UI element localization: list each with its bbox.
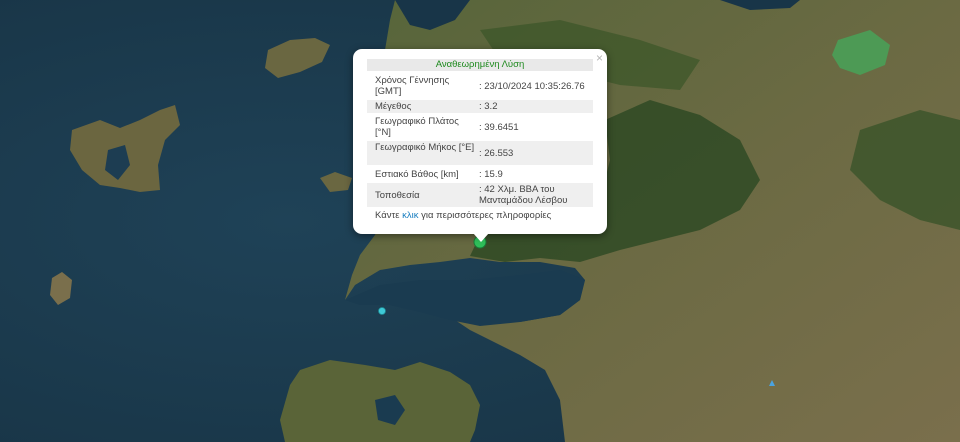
more-prefix: Κάντε: [375, 210, 403, 221]
popup-title: Αναθεωρημένη Λύση: [367, 59, 593, 71]
row-magnitude: Μέγεθος : 3.2: [367, 100, 593, 113]
row-label: Χρόνος Γέννησης [GMT]: [375, 75, 450, 97]
row-value: : 23/10/2024 10:35:26.76: [479, 81, 585, 92]
row-value: : 15.9: [479, 169, 503, 180]
more-suffix: για περισσότερες πληροφορίες: [418, 210, 552, 221]
more-info-text: Κάντε κλικ για περισσότερες πληροφορίες: [375, 210, 551, 221]
more-info-link[interactable]: κλικ: [402, 210, 418, 221]
row-origin-time: Χρόνος Γέννησης [GMT] : 23/10/2024 10:35…: [367, 74, 593, 98]
row-label: Τοποθεσία: [375, 190, 420, 201]
row-longitude: Γεωγραφικό Μήκος [°E] : 26.553: [367, 141, 593, 165]
row-value: : 3.2: [479, 101, 498, 112]
row-value: : 26.553: [479, 148, 514, 159]
row-label: Εστιακό Βάθος [km]: [375, 169, 459, 180]
close-icon[interactable]: ×: [596, 51, 603, 65]
popup-pointer: [473, 233, 489, 242]
row-latitude: Γεωγραφικό Πλάτος [°N] : 39.6451: [367, 115, 593, 139]
row-label: Μέγεθος: [375, 101, 412, 112]
row-label: Γεωγραφικό Πλάτος [°N]: [375, 116, 459, 138]
row-depth: Εστιακό Βάθος [km] : 15.9: [367, 168, 593, 181]
row-location: Τοποθεσία : 42 Χλμ. ΒΒΑ του Μανταμάδου Λ…: [367, 183, 593, 207]
secondary-epicenter-marker[interactable]: [378, 307, 386, 315]
row-label: Γεωγραφικό Μήκος [°E]: [375, 142, 475, 153]
row-value: : 39.6451: [479, 122, 519, 133]
earthquake-info-popup: × Αναθεωρημένη Λύση Χρόνος Γέννησης [GMT…: [353, 49, 607, 242]
row-value: : 42 Χλμ. ΒΒΑ του Μανταμάδου Λέσβου: [479, 184, 568, 206]
